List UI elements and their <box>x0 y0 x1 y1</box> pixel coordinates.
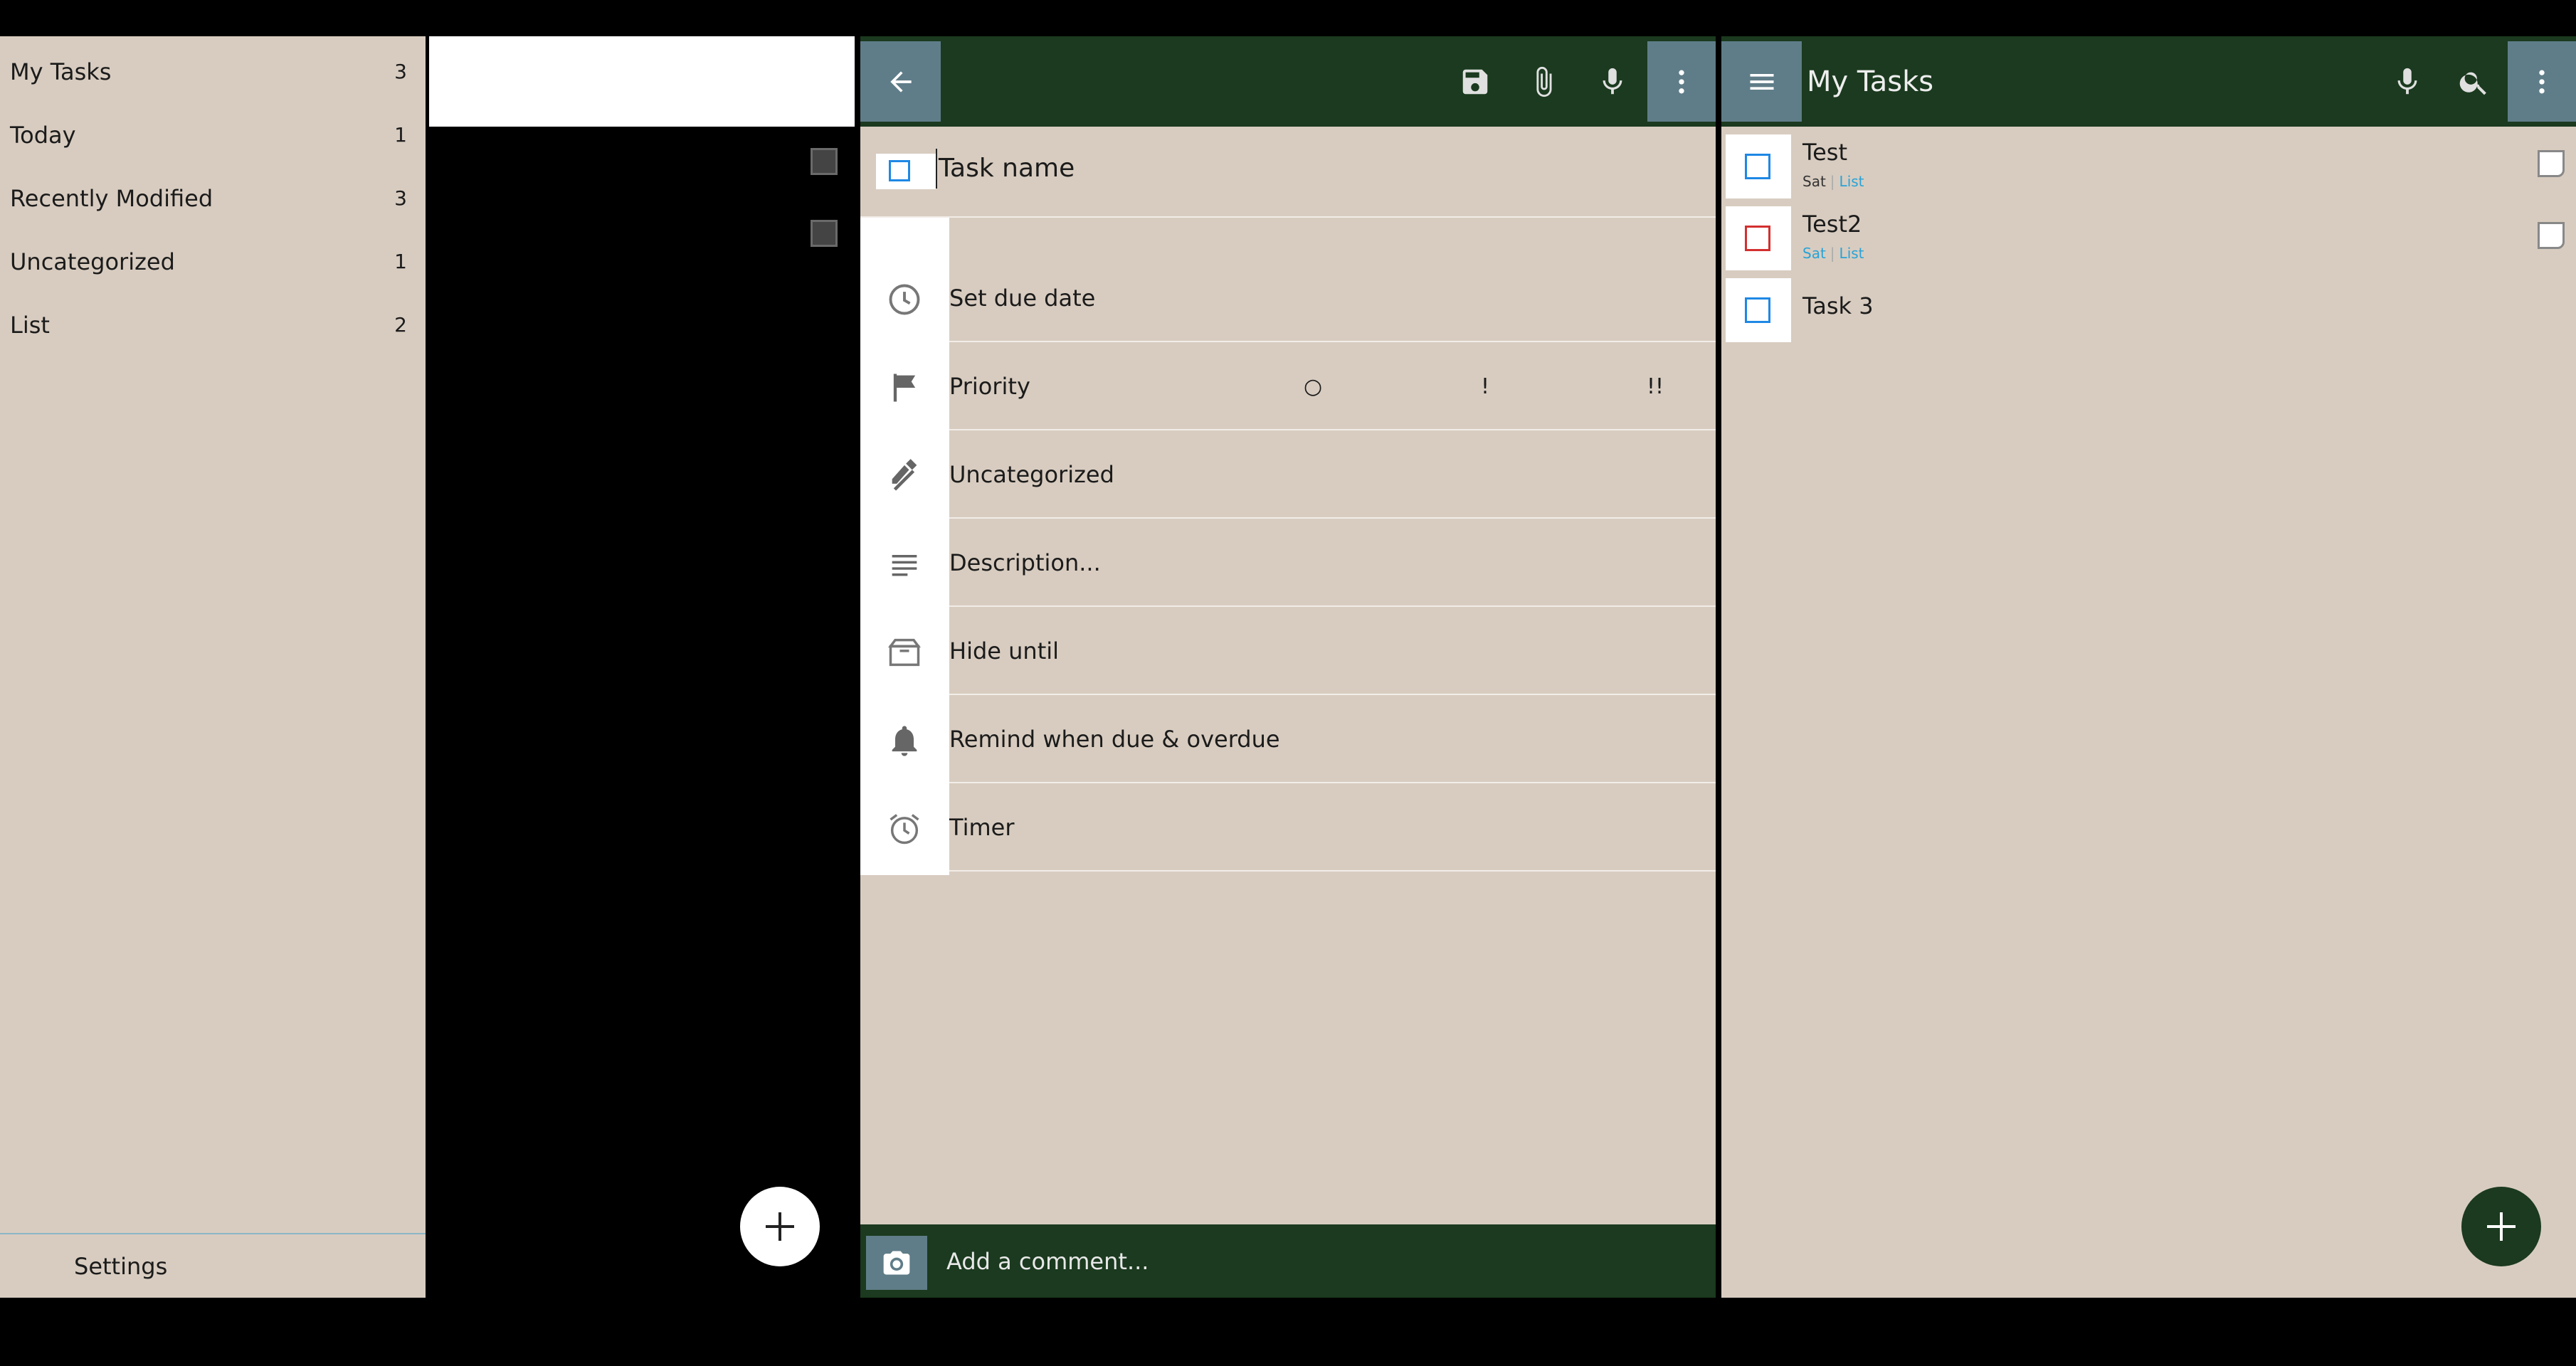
priority-medium-button[interactable]: !! <box>1647 343 1664 430</box>
save-button[interactable] <box>1457 64 1493 100</box>
search-button[interactable] <box>2456 64 2492 100</box>
description-icon <box>882 541 927 587</box>
list-header-blank <box>429 36 855 127</box>
task-title: Test <box>1802 139 1848 166</box>
list-title: My Tasks <box>1807 65 1934 98</box>
camera-button[interactable] <box>866 1236 927 1290</box>
task-row[interactable]: Test2 Sat | List <box>1721 203 2576 275</box>
task-list-tag[interactable]: List <box>1839 245 1864 262</box>
navigation-drawer: My Tasks 3 Today 1 Recently Modified 3 U… <box>0 36 426 1298</box>
nav-item-label: Uncategorized <box>10 248 175 275</box>
comment-input[interactable]: Add a comment... <box>946 1224 1149 1298</box>
menu-button[interactable] <box>1721 41 1802 122</box>
task-list-tag[interactable]: List <box>1839 173 1864 190</box>
due-date-row[interactable]: Set due date <box>949 255 1716 342</box>
plus-icon <box>766 1212 794 1241</box>
task-checkbox[interactable] <box>1726 134 1791 198</box>
hide-until-icon <box>882 630 927 675</box>
clock-icon <box>882 277 927 322</box>
overflow-menu-button[interactable] <box>1647 41 1716 122</box>
settings-button[interactable]: Settings <box>0 1233 426 1298</box>
microphone-icon <box>1603 68 1622 95</box>
nav-item-count: 3 <box>394 60 407 83</box>
nav-item-count: 1 <box>394 250 407 273</box>
priority-row: Priority ○ ! !! !!! <box>949 343 1837 430</box>
category-row[interactable]: Uncategorized <box>949 431 1716 519</box>
note-icon[interactable] <box>811 148 838 175</box>
nav-item-uncategorized[interactable]: Uncategorized 1 <box>0 230 426 293</box>
bell-icon <box>882 718 927 763</box>
nav-item-label: Today <box>10 121 76 149</box>
paperclip-icon <box>1536 66 1552 97</box>
task-complete-checkbox[interactable] <box>876 154 936 189</box>
nav-item-count: 2 <box>394 313 407 337</box>
note-icon[interactable] <box>811 220 838 247</box>
save-icon <box>1462 69 1488 95</box>
overflow-menu-button[interactable] <box>2508 41 2576 122</box>
task-name-input[interactable]: Task name <box>936 149 1075 189</box>
nav-item-label: My Tasks <box>10 58 112 85</box>
priority-low-button[interactable]: ! <box>1481 343 1489 430</box>
task-row[interactable]: Test Sat | List <box>1721 132 2576 203</box>
task-row[interactable]: Task 3 <box>1721 275 2576 346</box>
nav-item-recently-modified[interactable]: Recently Modified 3 <box>0 166 426 230</box>
note-icon[interactable] <box>2538 222 2565 249</box>
nav-item-my-tasks[interactable]: My Tasks 3 <box>0 40 426 103</box>
task-meta: Sat | List <box>1802 173 1864 190</box>
due-date-label: Set due date <box>949 284 1096 312</box>
nav-item-count: 1 <box>394 123 407 147</box>
nav-item-list[interactable]: List 2 <box>0 293 426 356</box>
more-vert-icon <box>2539 70 2545 93</box>
category-label: Uncategorized <box>949 460 1114 488</box>
voice-input-button[interactable] <box>1595 64 1630 100</box>
arrow-back-icon <box>890 70 912 92</box>
add-task-button[interactable] <box>2461 1187 2541 1266</box>
priority-label: Priority <box>949 372 1030 400</box>
task-due-day: Sat <box>1802 245 1826 262</box>
task-list-dark <box>429 36 855 1298</box>
add-task-button[interactable] <box>740 1187 820 1266</box>
task-checkbox[interactable] <box>1726 206 1791 270</box>
task-title: Test2 <box>1802 211 1862 238</box>
more-vert-icon <box>1679 70 1684 93</box>
back-button[interactable] <box>860 41 941 122</box>
my-tasks-list: My Tasks Test Sat | List Test2 Sat | List <box>1721 36 2576 1298</box>
voice-input-button[interactable] <box>2390 64 2425 100</box>
task-title: Task 3 <box>1802 292 1874 319</box>
editor-toolbar <box>860 36 1716 127</box>
task-checkbox[interactable] <box>1726 278 1791 342</box>
plus-icon <box>2487 1212 2516 1241</box>
description-row[interactable]: Description... <box>949 519 1716 607</box>
alarm-icon <box>882 806 927 852</box>
task-editor: Task name Set due date Priority ○ ! !! !… <box>860 36 1837 1298</box>
description-input[interactable]: Description... <box>949 549 1101 576</box>
microphone-icon <box>2397 68 2417 95</box>
hide-until-label: Hide until <box>949 637 1060 665</box>
reminder-label: Remind when due & overdue <box>949 725 1280 753</box>
tag-icon <box>882 453 927 499</box>
flag-icon <box>882 365 927 411</box>
note-icon[interactable] <box>2538 150 2565 177</box>
timer-label: Timer <box>949 813 1015 841</box>
search-icon <box>2459 72 2486 95</box>
task-meta: Sat | List <box>1802 245 1864 262</box>
priority-none-button[interactable]: ○ <box>1304 343 1322 430</box>
timer-row[interactable]: Timer <box>949 784 1716 872</box>
task-due-day: Sat <box>1802 173 1826 190</box>
nav-item-label: Recently Modified <box>10 184 213 212</box>
nav-item-label: List <box>10 311 50 339</box>
list-toolbar: My Tasks <box>1721 36 2576 127</box>
camera-icon <box>883 1251 910 1275</box>
comment-bar: Add a comment... <box>860 1224 1716 1298</box>
nav-item-today[interactable]: Today 1 <box>0 103 426 166</box>
task-name-row: Task name <box>860 127 1716 218</box>
hamburger-menu-icon <box>1750 73 1773 90</box>
nav-item-count: 3 <box>394 186 407 210</box>
hide-until-row[interactable]: Hide until <box>949 608 1716 695</box>
reminder-row[interactable]: Remind when due & overdue <box>949 696 1716 783</box>
attach-button[interactable] <box>1526 64 1561 100</box>
